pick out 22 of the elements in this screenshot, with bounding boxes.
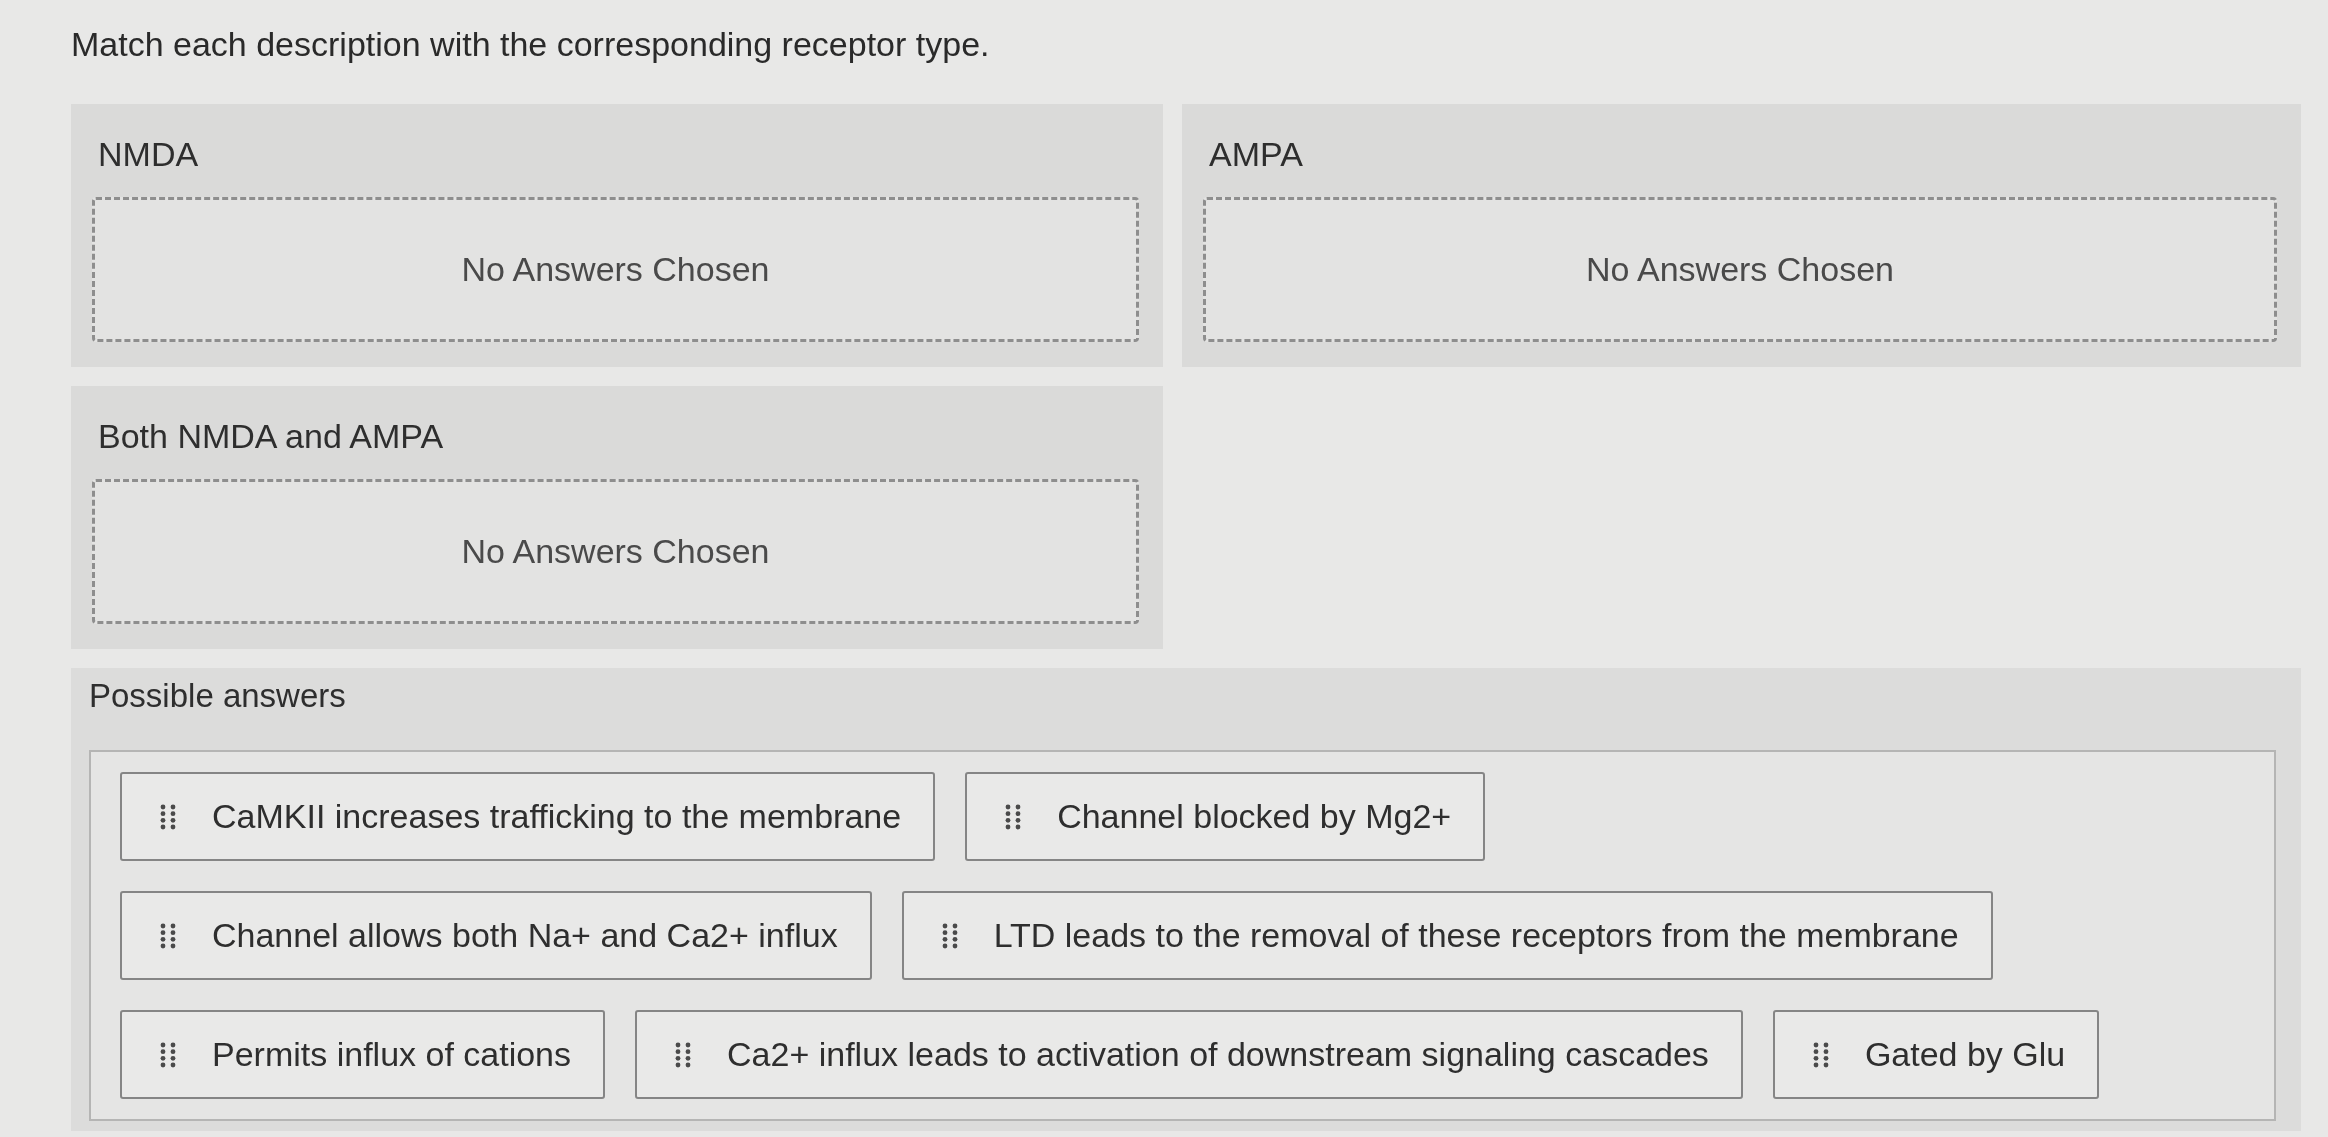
drag-handle-icon[interactable] [1812,1041,1829,1068]
answer-chip[interactable]: Gated by Glu [1772,1010,2100,1099]
answer-chip[interactable]: LTD leads to the removal of these receptors from the membrane [901,891,1993,980]
category-label: Both NMDA and AMPA [98,416,444,456]
answer-chip[interactable]: Ca2+ influx leads to activation of downstream signaling cascades [635,1010,1743,1099]
drop-zone[interactable]: No Answers Chosen [1203,197,2277,342]
drag-handle-icon[interactable] [160,1041,176,1068]
drag-handle-icon[interactable] [675,1041,692,1068]
drag-handle-icon[interactable] [160,922,176,949]
drag-handle-icon[interactable] [160,803,176,830]
answer-chip[interactable]: Channel blocked by Mg2+ [965,772,1486,861]
category-label: AMPA [1209,134,1303,174]
drag-handle-icon[interactable] [1005,803,1022,830]
drag-handle-icon[interactable] [941,922,958,949]
question-prompt: Match each description with the corresponding receptor type. [71,24,991,64]
category-label: NMDA [98,134,199,174]
answers-heading: Possible answers [89,676,346,716]
drop-zone[interactable]: No Answers Chosen [92,479,1139,624]
answer-chip[interactable]: Permits influx of cations [120,1010,606,1099]
answer-chip[interactable]: Channel allows both Na+ and Ca2+ influx [120,891,872,980]
drop-zone[interactable]: No Answers Chosen [92,197,1139,342]
answer-chip[interactable]: CaMKII increases trafficking to the membrane [120,772,936,861]
